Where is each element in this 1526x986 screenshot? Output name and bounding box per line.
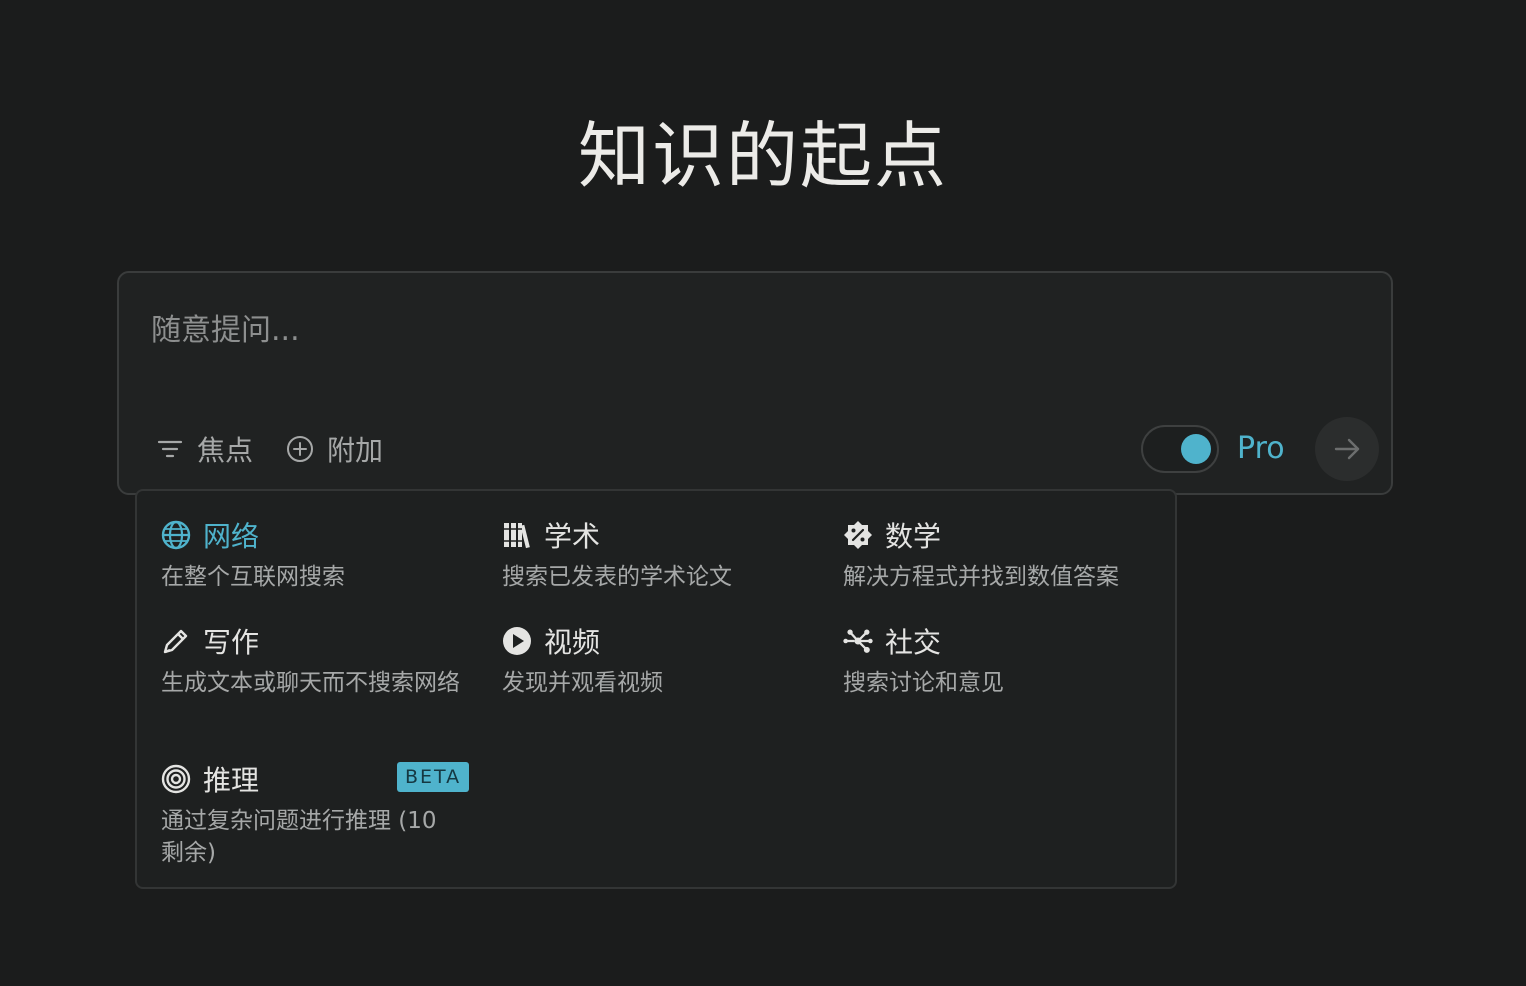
pro-label: Pro [1237,431,1285,466]
option-title: 数学 [885,520,942,553]
focus-button[interactable]: 焦点 [155,429,253,469]
page: 知识的起点 焦点 附加 Pro [0,0,1526,986]
option-head: 学术 [502,515,822,555]
focus-option-academic[interactable]: 学术 搜索已发表的学术论文 [502,515,822,593]
submit-button[interactable] [1315,417,1379,481]
option-title: 视频 [544,626,601,659]
option-desc: 搜索讨论和意见 [843,670,1004,696]
option-desc: 搜索已发表的学术论文 [502,564,732,590]
beta-badge: BETA [397,762,470,792]
option-desc: 生成文本或聊天而不搜索网络 [161,670,460,696]
focus-menu: 网络 在整个互联网搜索 学术 搜索已发表的学术论文 数学 解决方程式并找到数值答… [135,489,1177,889]
option-head: 写作 [161,621,481,661]
pencil-icon [161,626,191,656]
page-title: 知识的起点 [577,114,948,198]
pro-toggle[interactable] [1141,425,1219,473]
option-title: 社交 [885,626,942,659]
focus-option-reasoning[interactable]: 推理 BETA 通过复杂问题进行推理 (10 剩余) [161,759,481,869]
option-desc: 解决方程式并找到数值答案 [843,564,1119,590]
focus-option-social[interactable]: 社交 搜索讨论和意见 [843,621,1163,699]
option-title: 写作 [203,626,260,659]
play-circle-icon [502,626,532,656]
option-title: 推理 [203,764,260,797]
arrow-right-icon [1334,438,1360,460]
attach-label: 附加 [327,434,384,467]
option-head: 网络 [161,515,481,555]
option-head: 视频 [502,621,822,661]
option-head: 数学 [843,515,1163,555]
focus-option-video[interactable]: 视频 发现并观看视频 [502,621,822,699]
books-icon [502,520,532,550]
focus-option-writing[interactable]: 写作 生成文本或聊天而不搜索网络 [161,621,481,699]
target-icon [161,764,191,794]
filter-icon [157,440,183,458]
option-head: 社交 [843,621,1163,661]
focus-option-web[interactable]: 网络 在整个互联网搜索 [161,515,481,593]
option-desc: 通过复杂问题进行推理 (10 剩余) [161,808,437,866]
attach-button[interactable]: 附加 [285,429,383,469]
percent-badge-icon [843,520,873,550]
globe-icon [161,520,191,550]
focus-label: 焦点 [197,434,254,467]
option-title: 学术 [544,520,601,553]
option-desc: 发现并观看视频 [502,670,663,696]
search-box: 焦点 附加 Pro [117,271,1393,495]
option-title: 网络 [203,520,260,553]
query-input[interactable] [151,305,1351,355]
focus-option-math[interactable]: 数学 解决方程式并找到数值答案 [843,515,1163,593]
network-icon [843,626,873,656]
pro-toggle-knob [1181,434,1211,464]
plus-circle-icon [287,436,313,462]
option-desc: 在整个互联网搜索 [161,564,345,590]
